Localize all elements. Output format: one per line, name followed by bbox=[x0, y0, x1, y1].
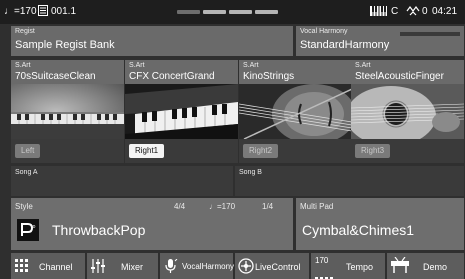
voice-type-label: S.Art bbox=[15, 62, 31, 69]
song-a-label: Song A bbox=[15, 169, 38, 176]
tempo-button-value: 170 bbox=[315, 256, 329, 265]
vocal-harmony-name: StandardHarmony bbox=[300, 39, 390, 51]
voice-name: SteelAcousticFinger bbox=[355, 71, 444, 82]
voice-type-label: S.Art bbox=[355, 62, 371, 69]
vocal-harmony-panel[interactable]: Vocal Harmony StandardHarmony bbox=[296, 26, 464, 56]
voice-name: CFX ConcertGrand bbox=[129, 71, 215, 82]
tempo-beat-icon bbox=[315, 268, 333, 279]
regist-bank-name: Sample Regist Bank bbox=[15, 39, 115, 51]
voice-name: KinoStrings bbox=[243, 71, 295, 82]
multi-pad-label: Multi Pad bbox=[300, 202, 334, 211]
part-button-right1[interactable]: Right1 bbox=[129, 144, 165, 158]
voice-part-right1[interactable]: S.Art CFX ConcertGrand Right1 bbox=[125, 60, 238, 163]
channel-icon bbox=[15, 259, 29, 278]
regist-panel[interactable]: Regist Sample Regist Bank bbox=[11, 26, 293, 56]
mixer-icon bbox=[91, 259, 105, 278]
svg-text:ro: ro bbox=[31, 224, 36, 230]
demo-label: Demo bbox=[423, 262, 448, 272]
multi-pad-name: Cymbal&Chimes1 bbox=[302, 222, 415, 238]
voice-part-right2[interactable]: S.Art KinoStrings Right2 bbox=[239, 60, 352, 163]
voice-type-label: S.Art bbox=[129, 62, 145, 69]
page-indicator-2 bbox=[203, 10, 226, 14]
song-a-panel[interactable]: Song A bbox=[11, 166, 233, 196]
regist-label: Regist bbox=[15, 28, 35, 35]
transpose-value: 0 bbox=[422, 6, 428, 17]
style-panel[interactable]: Style 4/4 ♩=170 1/4 ro ThrowbackPop bbox=[11, 198, 293, 250]
voice-type-label: S.Art bbox=[243, 62, 259, 69]
measure-counter: 001.1 bbox=[51, 6, 77, 17]
channel-button[interactable]: Channel bbox=[11, 253, 85, 279]
style-label: Style bbox=[15, 202, 33, 211]
transpose-icon bbox=[406, 6, 420, 19]
style-bar: 1/4 bbox=[262, 202, 274, 211]
keyboard-icon bbox=[370, 6, 387, 19]
tempo-button[interactable]: 170 Tempo bbox=[311, 253, 385, 279]
pro-style-icon: ro bbox=[17, 219, 39, 241]
song-b-panel[interactable]: Song B bbox=[235, 166, 464, 196]
part-button-right3[interactable]: Right3 bbox=[355, 144, 391, 158]
vocal-harmony-label: Vocal Harmony bbox=[300, 28, 348, 35]
time-signature: 4/4 bbox=[174, 202, 186, 211]
live-control-label: LiveControl bbox=[255, 262, 301, 272]
tempo-label: Tempo bbox=[346, 262, 374, 272]
vocal-harmony-button[interactable]: VocalHarmony bbox=[160, 253, 235, 279]
live-control-icon bbox=[238, 258, 254, 279]
microphone-icon bbox=[164, 258, 178, 279]
tempo-indicator: ♩=170 bbox=[4, 6, 37, 17]
vocal-harmony-level-bar bbox=[400, 32, 460, 36]
style-name: ThrowbackPop bbox=[52, 222, 146, 238]
clock: 04:21 bbox=[432, 6, 458, 17]
mixer-label: Mixer bbox=[121, 262, 143, 272]
song-b-label: Song B bbox=[239, 169, 262, 176]
demo-icon bbox=[391, 256, 409, 278]
live-control-button[interactable]: LiveControl bbox=[235, 253, 309, 279]
mixer-button[interactable]: Mixer bbox=[87, 253, 158, 279]
voice-part-left[interactable]: S.Art 70sSuitcaseClean Left bbox=[11, 60, 124, 163]
main-screen: ♩=170 001.1 C 0 04:21 Regist Sample Regi… bbox=[0, 0, 465, 279]
grand-piano-photo bbox=[125, 84, 238, 139]
channel-label: Channel bbox=[39, 262, 73, 272]
violin-photo bbox=[239, 84, 352, 139]
measure-icon bbox=[38, 5, 48, 19]
demo-button[interactable]: Demo bbox=[387, 253, 464, 279]
part-button-right2[interactable]: Right2 bbox=[243, 144, 279, 158]
page-indicator-4 bbox=[255, 10, 278, 14]
multi-pad-panel[interactable]: Multi Pad Cymbal&Chimes1 bbox=[296, 198, 464, 250]
page-indicator-3 bbox=[229, 10, 252, 14]
electric-piano-photo bbox=[11, 84, 124, 139]
page-indicator-1 bbox=[177, 10, 200, 14]
key-value: C bbox=[391, 6, 399, 17]
vocal-harmony-button-label: VocalHarmony bbox=[182, 262, 235, 271]
acoustic-guitar-photo bbox=[351, 84, 464, 139]
voice-part-right3[interactable]: S.Art SteelAcousticFinger Right3 bbox=[351, 60, 464, 163]
status-bar: ♩=170 001.1 C 0 04:21 bbox=[0, 0, 465, 24]
style-tempo: ♩=170 bbox=[209, 202, 236, 211]
voice-name: 70sSuitcaseClean bbox=[15, 71, 96, 82]
part-button-left[interactable]: Left bbox=[15, 144, 41, 158]
